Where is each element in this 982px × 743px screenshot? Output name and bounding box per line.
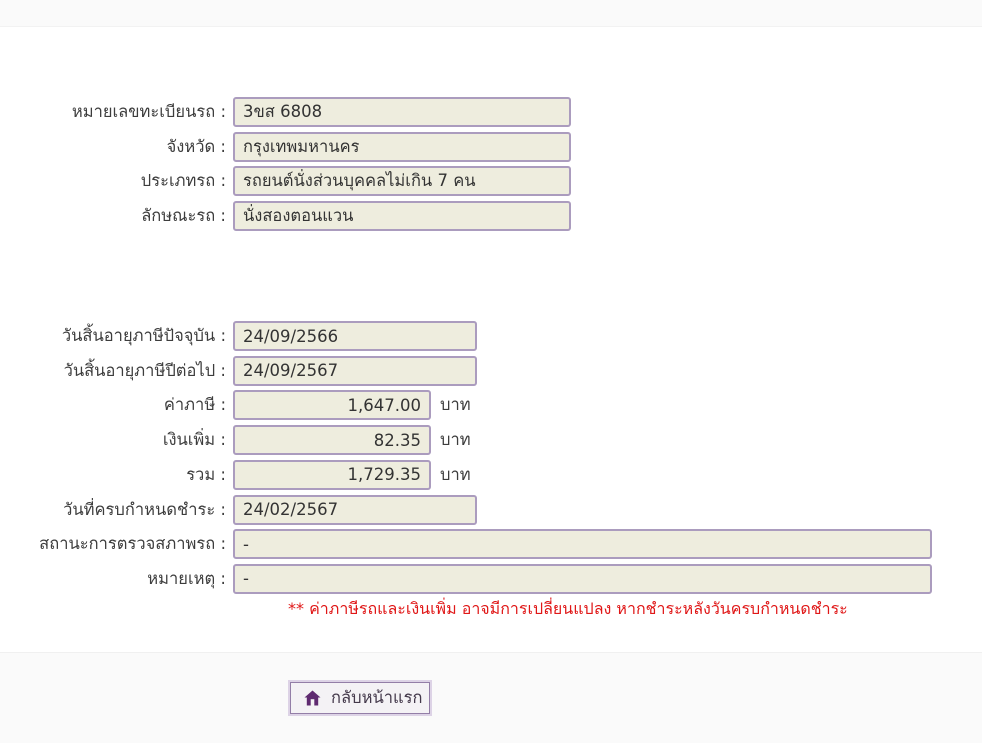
- surcharge-unit: บาท: [440, 430, 471, 450]
- inspection-status-label: สถานะการตรวจสภาพรถ :: [39, 534, 226, 554]
- row-surcharge: เงินเพิ่ม : บาท: [0, 425, 982, 456]
- vehicle-tax-form: หมายเลขทะเบียนรถ : จังหวัด : ประเภทรถ : …: [0, 27, 982, 619]
- total-unit: บาท: [440, 464, 471, 484]
- content-area: หมายเลขทะเบียนรถ : จังหวัด : ประเภทรถ : …: [0, 27, 982, 619]
- inspection-status-field[interactable]: [233, 529, 932, 560]
- total-field[interactable]: [233, 459, 431, 490]
- tax-amount-unit: บาท: [440, 395, 471, 415]
- total-label: รวม :: [186, 464, 226, 484]
- vehicle-type-field[interactable]: [233, 166, 571, 197]
- row-inspection-status: สถานะการตรวจสภาพรถ :: [0, 529, 982, 560]
- back-to-home-button[interactable]: กลับหน้าแรก: [288, 680, 432, 716]
- province-label: จังหวัด :: [166, 136, 226, 156]
- row-vehicle-type: ประเภทรถ :: [0, 166, 982, 197]
- registration-number-field[interactable]: [233, 97, 571, 127]
- row-total: รวม : บาท: [0, 459, 982, 490]
- row-tax-expiry-current: วันสิ้นอายุภาษีปัจจุบัน :: [0, 321, 982, 352]
- tax-expiry-next-field[interactable]: [233, 355, 477, 386]
- home-icon: [304, 690, 321, 706]
- footer-bar: กลับหน้าแรก: [0, 652, 982, 743]
- payment-due-date-label: วันที่ครบกำหนดชำระ :: [63, 499, 226, 519]
- payment-due-date-field[interactable]: [233, 494, 477, 525]
- tax-amount-label: ค่าภาษี :: [163, 395, 226, 415]
- body-style-field[interactable]: [233, 201, 571, 232]
- body-style-label: ลักษณะรถ :: [141, 206, 226, 226]
- row-remark: หมายเหตุ :: [0, 563, 982, 594]
- surcharge-label: เงินเพิ่ม :: [162, 430, 226, 450]
- row-tax-expiry-next: วันสิ้นอายุภาษีปีต่อไป :: [0, 355, 982, 386]
- tax-inquiry-page: หมายเลขทะเบียนรถ : จังหวัด : ประเภทรถ : …: [0, 0, 982, 743]
- row-body-style: ลักษณะรถ :: [0, 201, 982, 232]
- registration-number-label: หมายเลขทะเบียนรถ :: [71, 102, 226, 121]
- remark-label: หมายเหตุ :: [147, 568, 226, 588]
- tax-expiry-next-label: วันสิ้นอายุภาษีปีต่อไป :: [63, 360, 226, 380]
- row-payment-due-date: วันที่ครบกำหนดชำระ :: [0, 494, 982, 525]
- back-to-home-label: กลับหน้าแรก: [331, 688, 423, 707]
- surcharge-field[interactable]: [233, 425, 431, 456]
- top-band: [0, 0, 982, 27]
- tax-change-warning-note: ** ค่าภาษีรถและเงินเพิ่ม อาจมีการเปลี่ยน…: [288, 598, 848, 618]
- tax-expiry-current-field[interactable]: [233, 321, 477, 352]
- vehicle-type-label: ประเภทรถ :: [140, 171, 226, 191]
- province-field[interactable]: [233, 131, 571, 162]
- row-tax-amount: ค่าภาษี : บาท: [0, 390, 982, 421]
- row-registration-number: หมายเลขทะเบียนรถ :: [0, 97, 982, 127]
- row-province: จังหวัด :: [0, 131, 982, 162]
- tax-expiry-current-label: วันสิ้นอายุภาษีปัจจุบัน :: [61, 326, 226, 346]
- remark-field[interactable]: [233, 563, 932, 594]
- tax-amount-field[interactable]: [233, 390, 431, 421]
